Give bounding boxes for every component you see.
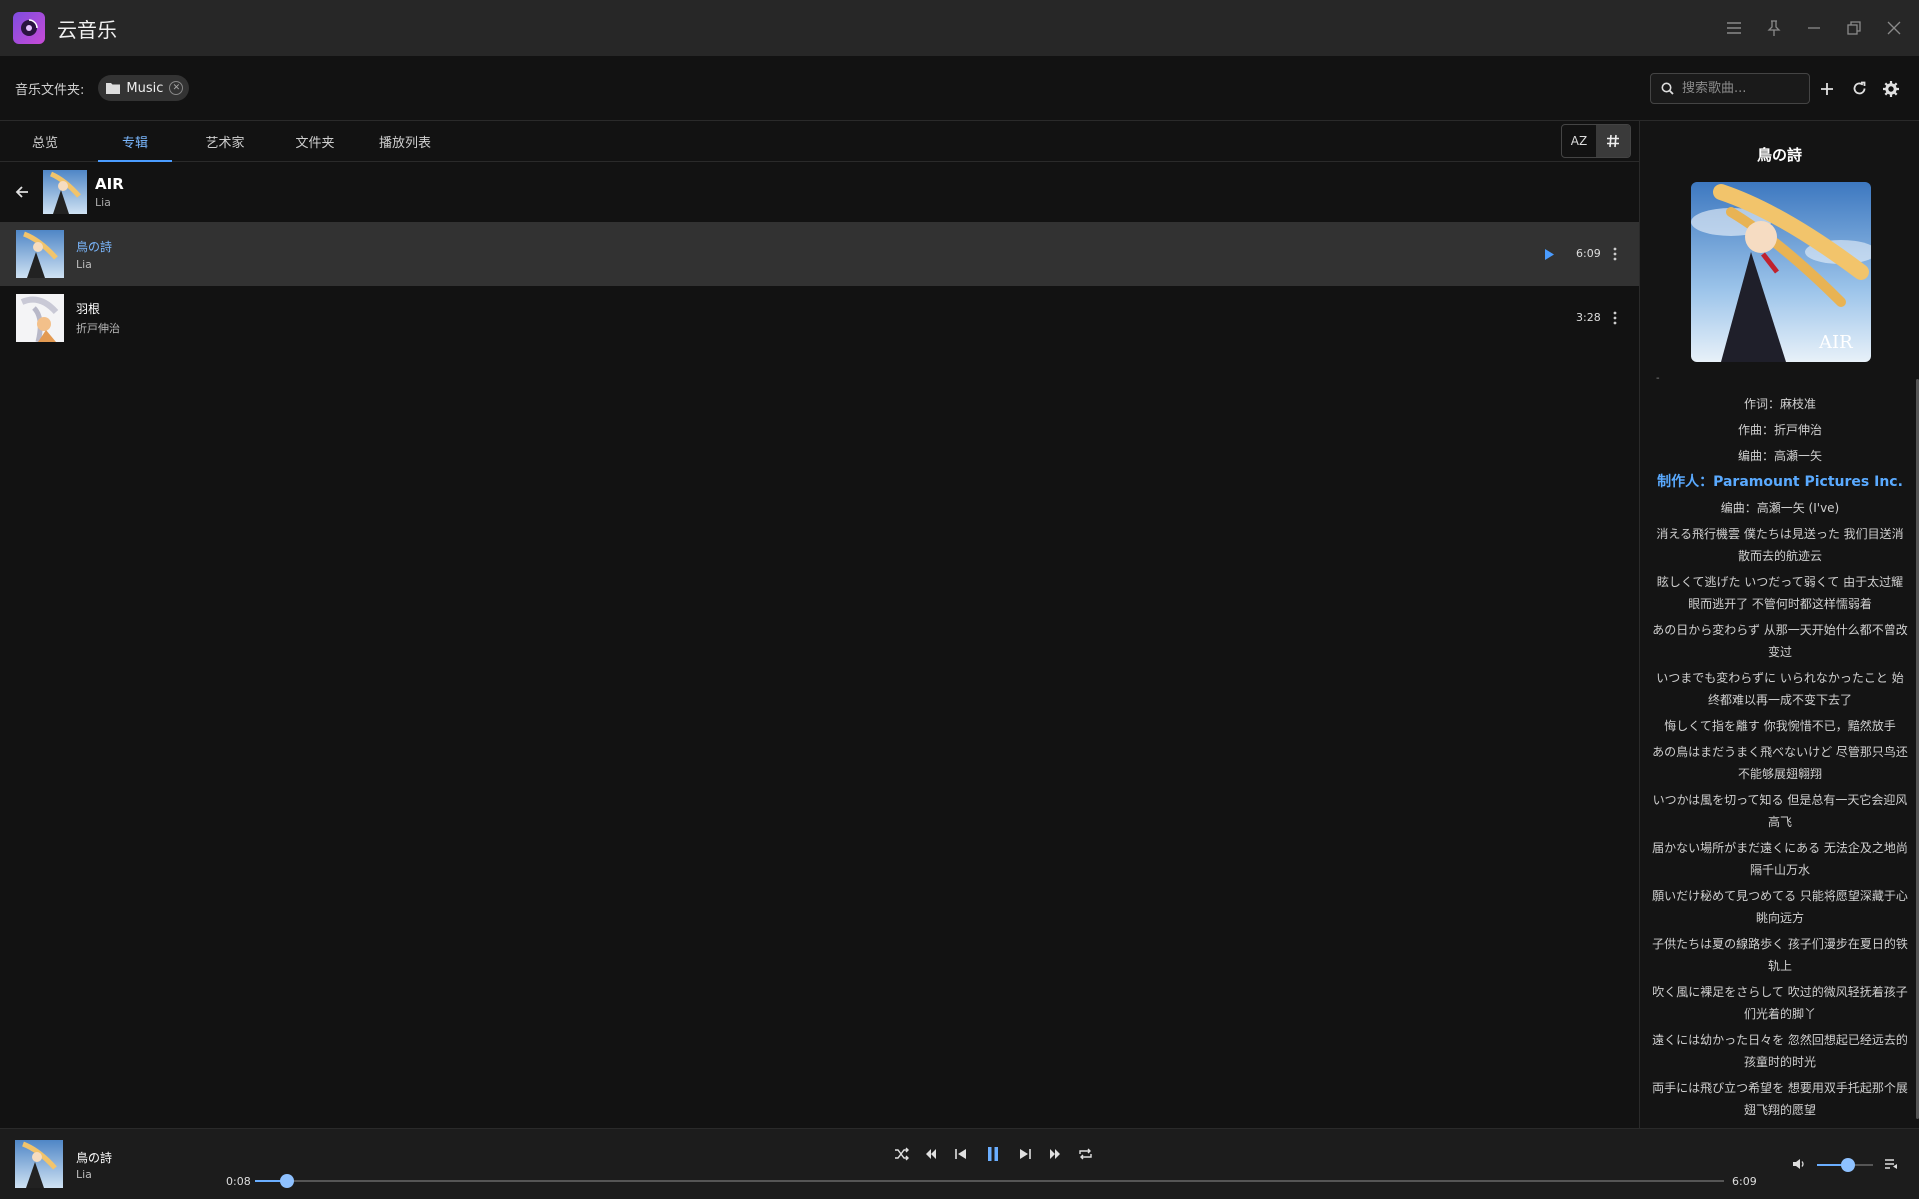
menu-icon[interactable]	[1723, 17, 1745, 39]
lyric-dot: -	[1656, 373, 1660, 384]
lyric-line[interactable]: 作曲：折戸伸治	[1652, 419, 1908, 441]
sort-toggle: AZ	[1561, 124, 1631, 158]
app-title: 云音乐	[57, 17, 117, 42]
lyric-line[interactable]: 消える飛行機雲 僕たちは見送った 我们目送消散而去的航迹云	[1652, 523, 1908, 567]
lyric-line[interactable]: 両手には飛び立つ希望を 想要用双手托起那个展翅飞翔的愿望	[1652, 1077, 1908, 1121]
tab-artists[interactable]: 艺术家	[180, 121, 270, 161]
track-duration: 6:09	[1576, 247, 1601, 260]
cover-logo-text: AIR	[1818, 332, 1853, 353]
tab-playlists[interactable]: 播放列表	[360, 121, 450, 161]
track-cover	[16, 294, 64, 343]
back-arrow-icon[interactable]	[11, 181, 33, 203]
lyric-song-title: 鳥の詩	[1756, 146, 1802, 164]
now-playing-title: 鳥の詩	[76, 1151, 113, 1165]
pause-icon[interactable]	[980, 1141, 1006, 1167]
sort-az-label: AZ	[1570, 134, 1588, 148]
progress-thumb[interactable]	[280, 1174, 295, 1188]
tab-albums[interactable]: 专辑	[90, 121, 180, 162]
lyric-line[interactable]: 眩しくて逃げた いつだって弱くて 由于太过耀眼而逃开了 不管何时都这样懦弱着	[1652, 571, 1908, 615]
repeat-icon[interactable]	[1074, 1143, 1096, 1165]
title-bar: 云音乐	[0, 0, 1919, 56]
lyric-line[interactable]: 子供たちは夏の線路歩く 孩子们漫步在夏日的铁轨上	[1652, 933, 1908, 977]
volume-slider[interactable]	[1817, 1158, 1873, 1172]
time-total: 6:09	[1732, 1175, 1757, 1188]
album-title: AIR	[95, 175, 124, 193]
time-current: 0:08	[226, 1175, 251, 1188]
previous-track-icon[interactable]	[950, 1143, 972, 1165]
more-options-icon[interactable]	[1604, 307, 1626, 329]
track-title: 羽根	[76, 302, 101, 316]
tab-overview[interactable]: 总览	[0, 121, 90, 161]
sort-number-button[interactable]	[1596, 125, 1630, 157]
seek-forward-icon[interactable]	[1044, 1143, 1066, 1165]
minimize-icon[interactable]	[1803, 17, 1825, 39]
close-icon[interactable]	[1883, 17, 1905, 39]
remove-folder-icon[interactable]: ✕	[169, 81, 184, 95]
track-row[interactable]: 羽根 折戸伸治 3:28	[0, 286, 1639, 350]
shuffle-icon[interactable]	[890, 1143, 912, 1165]
now-playing-artist: Lia	[76, 1168, 92, 1181]
track-cover	[16, 230, 64, 278]
folder-chip-label: Music	[126, 80, 164, 96]
progress-bar[interactable]	[255, 1174, 1724, 1188]
playback-controls	[890, 1141, 1096, 1167]
pin-icon[interactable]	[1763, 17, 1785, 39]
folder-chip[interactable]: Music ✕	[98, 75, 190, 101]
track-title: 鳥の詩	[76, 239, 113, 254]
track-row[interactable]: 鳥の詩 Lia 6:09	[0, 222, 1639, 286]
hash-icon	[1606, 134, 1620, 148]
lyric-line[interactable]: 吹く風に裸足をさらして 吹过的微风轻抚着孩子们光着的脚丫	[1652, 981, 1908, 1025]
lyric-line[interactable]: 届かない場所がまだ遠くにある 无法企及之地尚隔千山万水	[1652, 837, 1908, 881]
album-cover	[43, 170, 87, 214]
album-header: AIR Lia	[0, 163, 1639, 221]
play-icon[interactable]	[1538, 243, 1560, 265]
tab-folders[interactable]: 文件夹	[270, 121, 360, 161]
volume-icon[interactable]	[1788, 1153, 1810, 1175]
folder-bar: 音乐文件夹: Music ✕	[0, 56, 1919, 121]
playlist-queue-icon[interactable]	[1880, 1153, 1902, 1175]
lyric-line[interactable]: 願いだけ秘めて見つめてる 只能将愿望深藏于心 眺向远方	[1652, 885, 1908, 929]
lyric-line[interactable]: あの日から変わらず 从那一天开始什么都不曾改变过	[1652, 619, 1908, 663]
sort-az-button[interactable]: AZ	[1562, 125, 1596, 157]
folder-label: 音乐文件夹:	[15, 82, 85, 98]
app-logo-icon	[13, 12, 45, 44]
restore-icon[interactable]	[1843, 17, 1865, 39]
lyric-line[interactable]: 悔しくて指を離す 你我惋惜不已，黯然放手	[1652, 715, 1908, 737]
lyric-line[interactable]: いつまでも変わらずに いられなかったこと 始终都难以再一成不变下去了	[1652, 667, 1908, 711]
lyric-album-art: AIR	[1691, 182, 1871, 362]
view-tabs: 总览 专辑 艺术家 文件夹 播放列表 AZ	[0, 121, 1639, 162]
track-list: 鳥の詩 Lia 6:09 羽根 折戸伸治 3:28	[0, 222, 1639, 350]
lyric-lines: 作词：麻枝准 作曲：折戸伸治 编曲：高瀬一矢 制作人：Paramount Pictur…	[1652, 393, 1908, 1125]
next-track-icon[interactable]	[1014, 1143, 1036, 1165]
search-input[interactable]	[1682, 81, 1802, 96]
lyric-line[interactable]: いつかは風を切って知る 但是总有一天它会迎风高飞	[1652, 789, 1908, 833]
more-options-icon[interactable]	[1604, 243, 1626, 265]
seek-backward-icon[interactable]	[920, 1143, 942, 1165]
lyric-line[interactable]: あの鳥はまだうまく飛べないけど 尽管那只鸟还不能够展翅翱翔	[1652, 741, 1908, 785]
now-playing-cover[interactable]	[15, 1140, 63, 1188]
settings-icon[interactable]	[1880, 78, 1902, 100]
add-icon[interactable]	[1816, 78, 1838, 100]
search-icon	[1661, 82, 1674, 95]
lyric-panel: 鳥の詩 AIR - 作词：麻枝准 作曲：折戸伸治 编曲：高瀬一矢 制作人：Paramo…	[1639, 121, 1919, 1128]
volume-thumb[interactable]	[1840, 1158, 1855, 1172]
player-bar: 鳥の詩 Lia 0:08 6:09	[0, 1128, 1919, 1199]
track-artist: Lia	[76, 257, 92, 271]
lyric-line[interactable]: 遠くには幼かった日々を 忽然回想起已经远去的孩童时的时光	[1652, 1029, 1908, 1073]
lyric-line[interactable]: 编曲：高瀬一矢	[1652, 445, 1908, 467]
lyric-line-current[interactable]: 制作人：Paramount Pictures Inc.	[1652, 471, 1908, 493]
track-duration: 3:28	[1576, 311, 1601, 324]
track-artist: 折戸伸治	[76, 322, 120, 335]
album-artist: Lia	[95, 196, 111, 209]
lyric-line[interactable]: 编曲：高瀬一矢 (I've)	[1652, 497, 1908, 519]
lyric-line[interactable]: 作词：麻枝准	[1652, 393, 1908, 415]
search-box[interactable]	[1650, 73, 1810, 104]
refresh-icon[interactable]	[1848, 78, 1870, 100]
folder-icon	[106, 82, 121, 94]
